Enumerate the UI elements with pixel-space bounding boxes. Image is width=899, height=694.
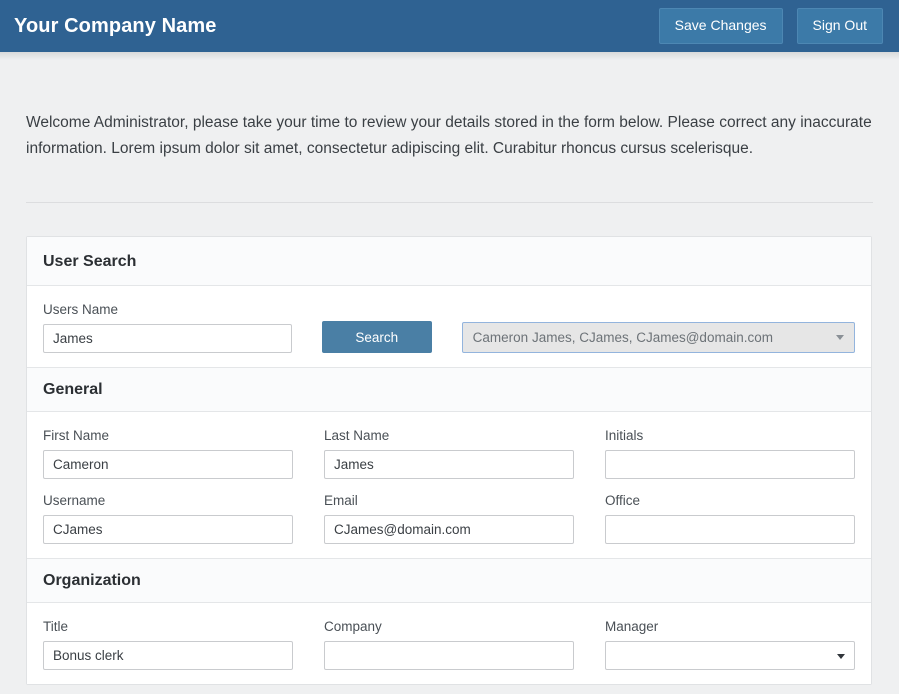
company-input[interactable] bbox=[324, 641, 574, 671]
office-field-group: Office bbox=[605, 493, 855, 545]
section-heading-organization: Organization bbox=[27, 558, 871, 603]
content-divider bbox=[26, 201, 873, 203]
first-name-input[interactable] bbox=[43, 450, 293, 480]
first-name-label: First Name bbox=[43, 427, 110, 443]
user-search-panel: User Search Users Name Search Cameron Ja… bbox=[26, 235, 872, 686]
search-row: Users Name Search Cameron James, CJames,… bbox=[43, 302, 855, 354]
section-title-organization: Organization bbox=[43, 572, 141, 590]
section-heading-general: General bbox=[27, 367, 871, 412]
organization-row-1: Title Company Manager bbox=[43, 618, 855, 671]
page-container: Welcome Administrator, please take your … bbox=[0, 76, 899, 686]
panel-title: User Search bbox=[43, 252, 137, 270]
last-name-label: Last Name bbox=[324, 427, 390, 443]
brand-title: Your Company Name bbox=[14, 15, 217, 37]
title-input[interactable] bbox=[43, 641, 293, 671]
username-label: Username bbox=[43, 493, 106, 509]
manager-select[interactable] bbox=[605, 641, 855, 671]
email-input[interactable] bbox=[324, 515, 574, 545]
title-label: Title bbox=[43, 618, 69, 634]
first-name-field-group: First Name bbox=[43, 427, 293, 480]
search-result-select[interactable]: Cameron James, CJames, CJames@domain.com bbox=[461, 322, 855, 354]
initials-field-group: Initials bbox=[605, 427, 855, 480]
navbar-actions: Save Changes Sign Out bbox=[658, 8, 883, 44]
company-label: Company bbox=[324, 618, 382, 634]
panel-heading: User Search bbox=[27, 236, 871, 287]
initials-label: Initials bbox=[605, 427, 644, 443]
email-label: Email bbox=[324, 493, 358, 509]
last-name-field-group: Last Name bbox=[324, 427, 574, 480]
title-field-group: Title bbox=[43, 618, 293, 671]
chevron-down-icon bbox=[837, 653, 845, 659]
general-row-1: First Name Last Name Initials bbox=[43, 427, 855, 480]
username-field-group: Username bbox=[43, 493, 293, 545]
manager-label: Manager bbox=[605, 618, 659, 634]
users-name-input[interactable] bbox=[43, 324, 292, 354]
search-result-selected-value: Cameron James, CJames, CJames@domain.com bbox=[472, 330, 773, 346]
last-name-input[interactable] bbox=[324, 450, 574, 480]
section-title-general: General bbox=[43, 381, 103, 399]
welcome-message: Welcome Administrator, please take your … bbox=[26, 113, 872, 157]
email-field-group: Email bbox=[324, 493, 574, 545]
top-navbar: Your Company Name Save Changes Sign Out bbox=[0, 0, 899, 52]
general-row-2: Username Email Office bbox=[43, 493, 855, 545]
sign-out-button[interactable]: Sign Out bbox=[796, 8, 883, 44]
users-name-label: Users Name bbox=[43, 302, 119, 318]
navbar-shadow bbox=[0, 52, 899, 60]
search-panel-body: Users Name Search Cameron James, CJames,… bbox=[27, 286, 871, 368]
save-changes-button[interactable]: Save Changes bbox=[658, 8, 783, 44]
office-input[interactable] bbox=[605, 515, 855, 545]
users-name-field-group: Users Name bbox=[43, 302, 292, 354]
chevron-down-icon bbox=[836, 335, 844, 341]
organization-section-body: Title Company Manager bbox=[27, 602, 871, 685]
initials-input[interactable] bbox=[605, 450, 855, 480]
general-section-body: First Name Last Name Initials Username bbox=[27, 411, 871, 559]
search-button[interactable]: Search bbox=[321, 321, 432, 354]
office-label: Office bbox=[605, 493, 641, 509]
manager-field-group: Manager bbox=[605, 618, 855, 671]
username-input[interactable] bbox=[43, 515, 293, 545]
company-field-group: Company bbox=[324, 618, 574, 671]
